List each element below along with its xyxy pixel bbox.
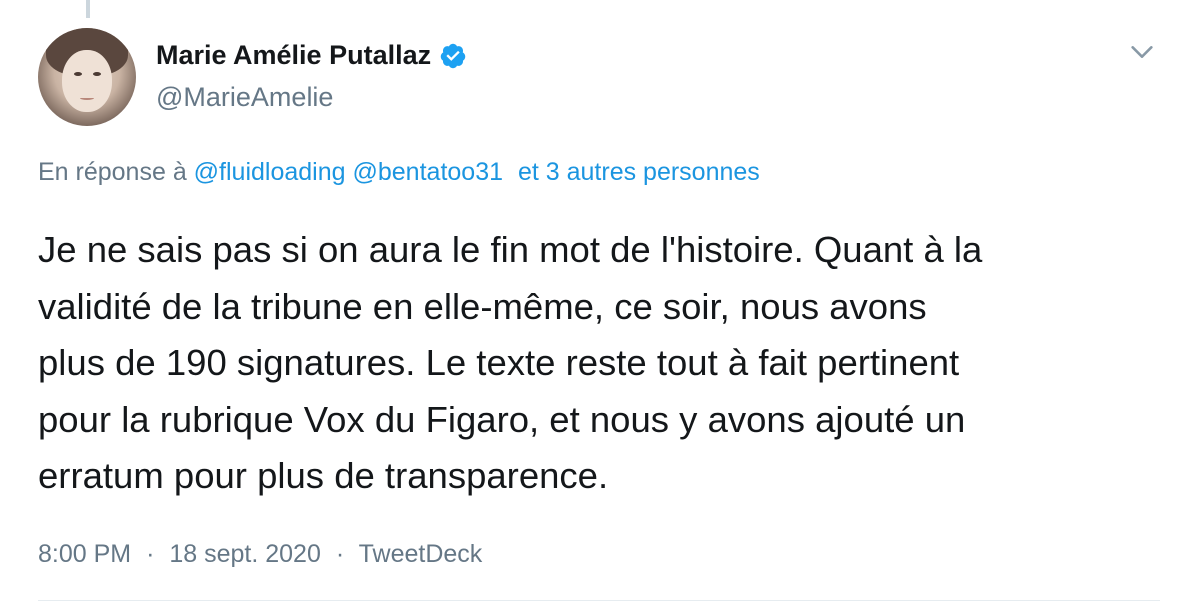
reply-others-link[interactable]: et 3 autres personnes [518,158,760,186]
avatar-mouth [80,96,94,100]
divider [38,600,1160,601]
avatar-face [62,50,112,112]
author-name-row[interactable]: Marie Amélie Putallaz [156,40,467,71]
tweet-text-line: Je ne sais pas si on aura le fin mot de … [38,229,983,270]
tweet-text-line: erratum pour plus de transparence. [38,455,609,496]
reply-mention-link[interactable]: @fluidloading [194,158,346,186]
tweet-source[interactable]: TweetDeck [359,540,483,568]
avatar-eye-left [74,72,82,76]
tweet-text-line: plus de 190 signatures. Le texte reste t… [38,342,960,383]
tweet-date[interactable]: 18 sept. 2020 [169,540,321,568]
author-handle[interactable]: @MarieAmelie [156,82,333,113]
thread-connector-line [86,0,90,18]
author-display-name[interactable]: Marie Amélie Putallaz [156,40,431,71]
meta-separator: · [146,540,155,568]
meta-separator: · [335,540,345,568]
avatar[interactable] [38,28,136,126]
tweet-metadata: 8:00 PM · 18 sept. 2020 · TweetDeck [38,540,482,569]
tweet-text: Je ne sais pas si on aura le fin mot de … [38,222,1158,505]
verified-badge-icon [440,43,466,68]
tweet-text-line: pour la rubrique Vox du Figaro, et nous … [38,398,966,440]
chevron-down-icon[interactable] [1128,38,1156,66]
reply-prefix: En réponse à [38,158,187,186]
reply-context: En réponse à @fluidloading @bentatoo31 e… [38,158,760,187]
tweet: Marie Amélie Putallaz @MarieAmelie En ré… [0,0,1200,607]
tweet-time[interactable]: 8:00 PM [38,540,131,568]
tweet-text-line: validité de la tribune en elle-même, ce … [38,285,927,327]
avatar-eye-right [93,72,101,76]
reply-mention-link[interactable]: @bentatoo31 [353,158,504,186]
